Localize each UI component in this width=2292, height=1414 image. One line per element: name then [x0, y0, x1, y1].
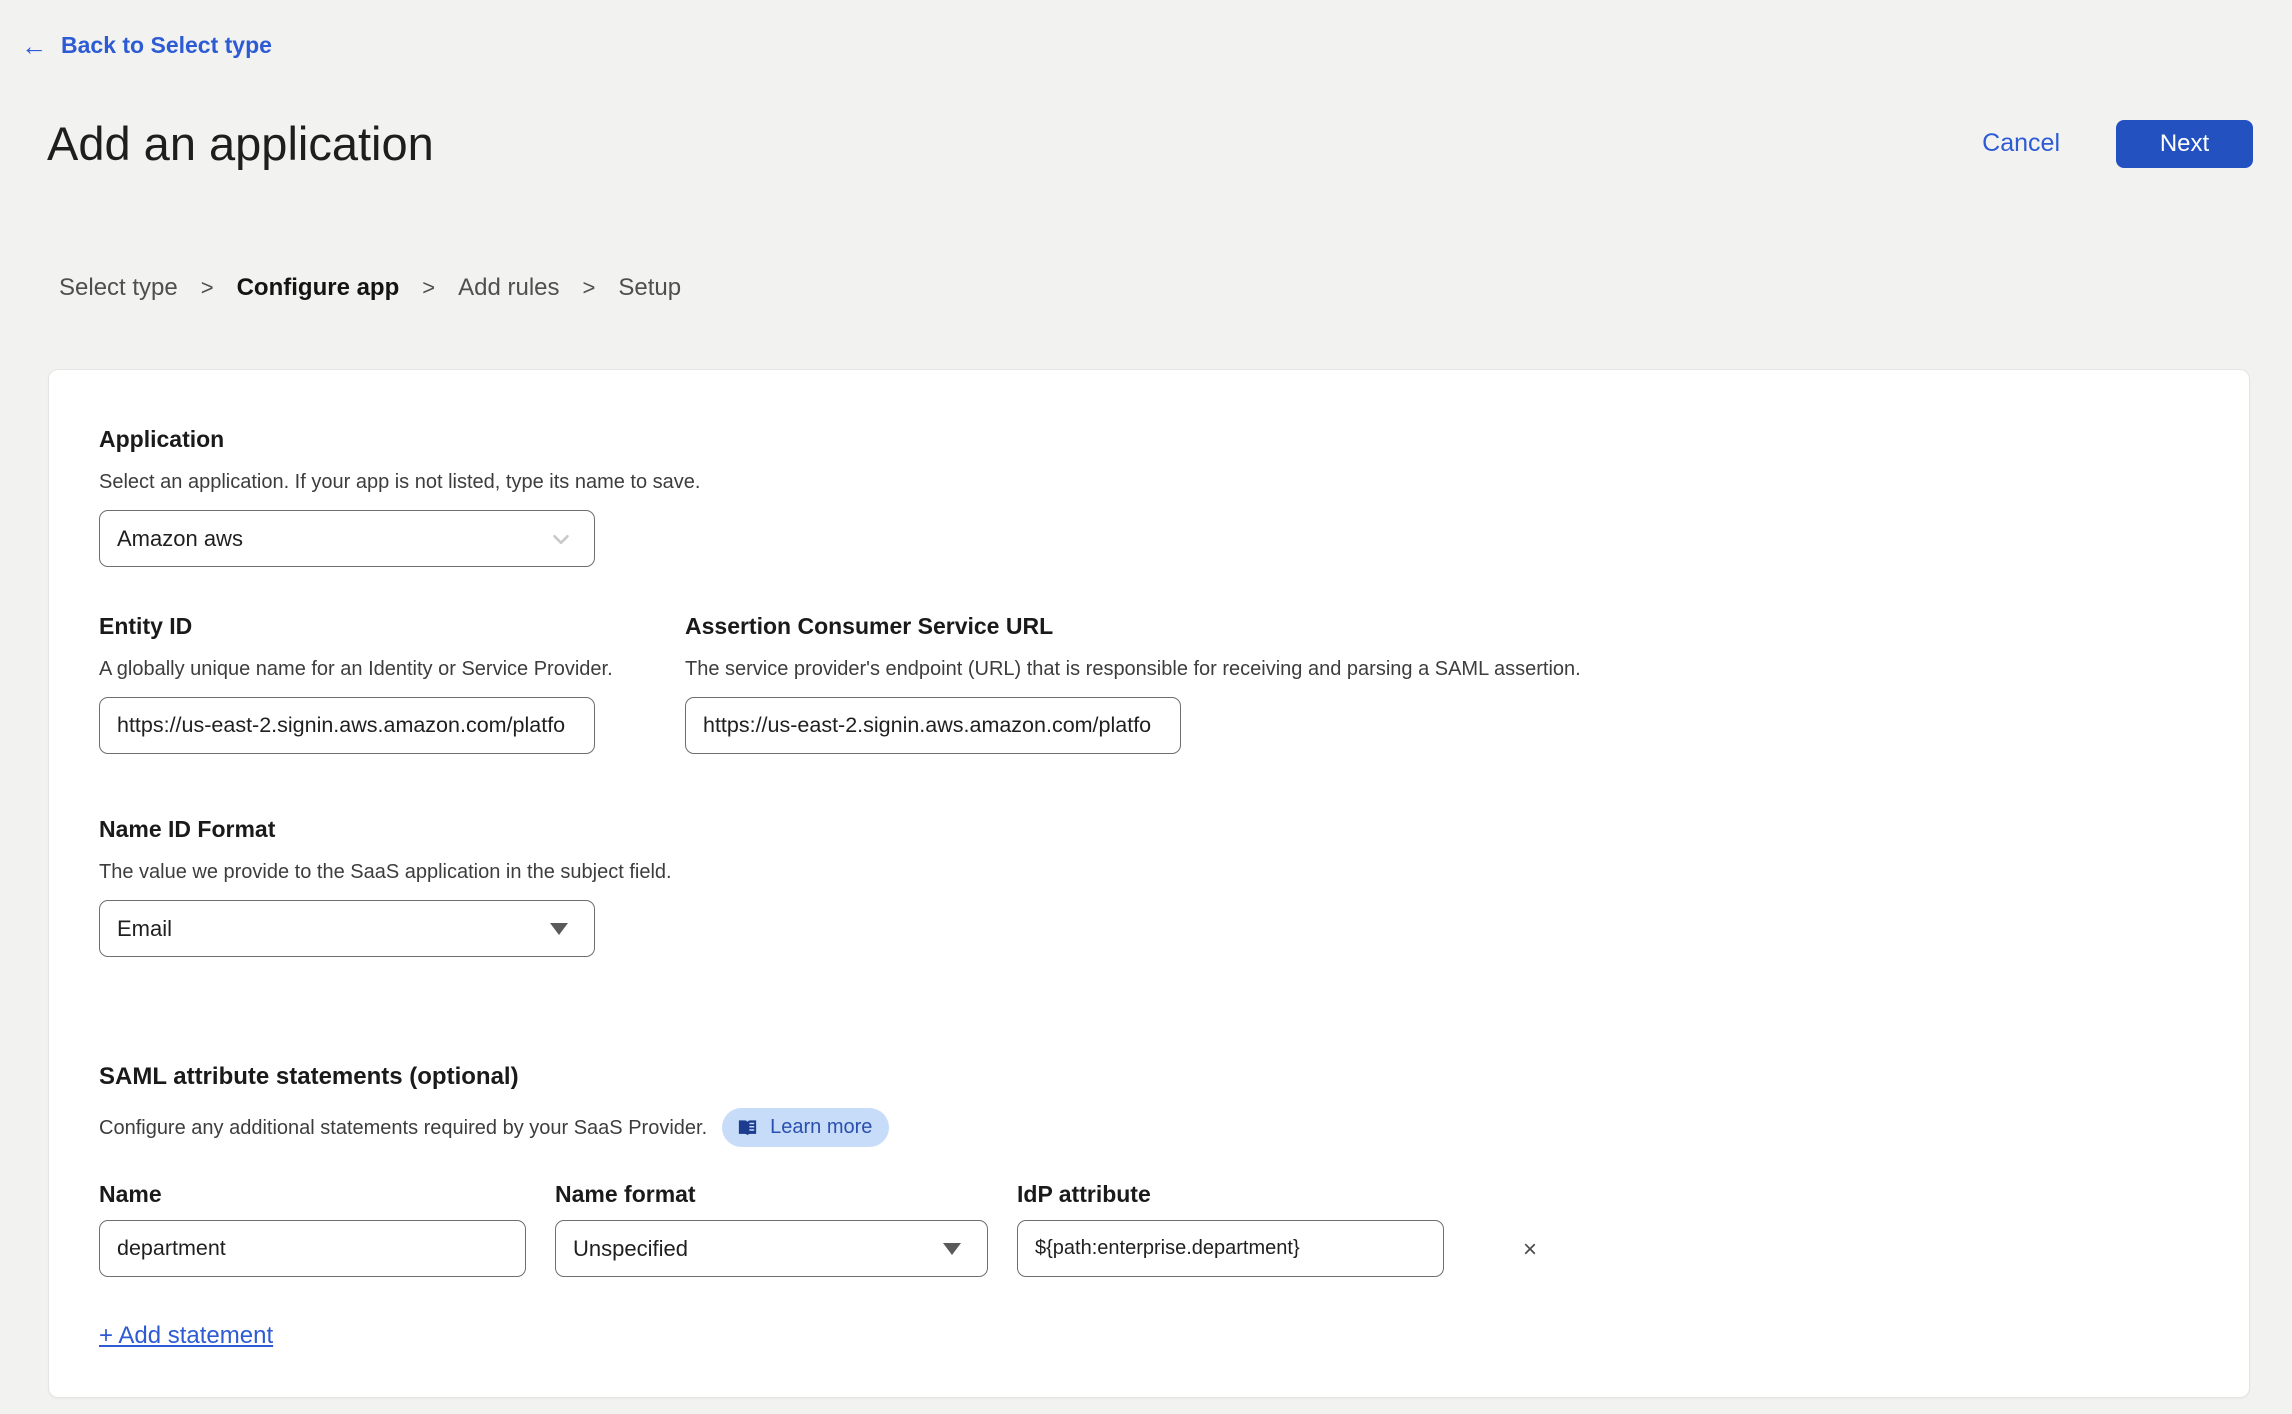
- name-id-format-value: Email: [117, 915, 173, 941]
- acs-url-section: Assertion Consumer Service URL The servi…: [685, 612, 1581, 754]
- name-id-format-select[interactable]: Email: [99, 900, 595, 957]
- step-add-rules[interactable]: Add rules: [458, 274, 559, 302]
- configure-app-card: Application Select an application. If yo…: [48, 369, 2250, 1398]
- attr-idp-label: IdP attribute: [1017, 1181, 1151, 1207]
- name-id-format-description: The value we provide to the SaaS applica…: [99, 861, 672, 883]
- acs-url-input[interactable]: [685, 697, 1181, 754]
- step-setup[interactable]: Setup: [618, 274, 681, 302]
- learn-more-label: Learn more: [770, 1116, 873, 1138]
- step-separator: >: [422, 275, 436, 300]
- back-arrow-icon: ←: [21, 30, 47, 61]
- name-id-format-section: Name ID Format The value we provide to t…: [99, 815, 672, 957]
- chevron-down-icon: [548, 526, 574, 552]
- attr-name-format-col: Name format Unspecified: [555, 1180, 988, 1277]
- page-title: Add an application: [47, 117, 434, 170]
- next-button[interactable]: Next: [2116, 119, 2253, 168]
- attr-name-format-label: Name format: [555, 1181, 696, 1207]
- cancel-button[interactable]: Cancel: [1982, 129, 2060, 158]
- attr-name-col: Name: [99, 1180, 526, 1277]
- attribute-statement-row: Name Name format Unspecified IdP attribu…: [99, 1180, 1537, 1277]
- wizard-steps: Select type > Configure app > Add rules …: [59, 274, 681, 302]
- header-actions: Cancel Next: [1982, 119, 2253, 168]
- remove-statement-button[interactable]: ×: [1523, 1238, 1537, 1262]
- caret-down-icon: [943, 1242, 961, 1255]
- saml-attributes-description-row: Configure any additional statements requ…: [99, 1108, 890, 1147]
- acs-url-description: The service provider's endpoint (URL) th…: [685, 658, 1581, 680]
- application-label: Application: [99, 426, 225, 452]
- saml-attributes-description: Configure any additional statements requ…: [99, 1116, 708, 1139]
- add-statement-link[interactable]: + Add statement: [99, 1322, 273, 1350]
- step-select-type[interactable]: Select type: [59, 274, 178, 302]
- attr-name-input[interactable]: [99, 1220, 526, 1277]
- entity-id-input[interactable]: [99, 697, 595, 754]
- application-select-value: Amazon aws: [117, 525, 243, 551]
- attr-name-label: Name: [99, 1181, 162, 1207]
- name-id-format-label: Name ID Format: [99, 816, 276, 842]
- entity-id-label: Entity ID: [99, 613, 193, 639]
- step-separator: >: [200, 275, 214, 300]
- saml-attributes-label: SAML attribute statements (optional): [99, 1063, 519, 1090]
- attr-name-format-value: Unspecified: [573, 1235, 688, 1261]
- attr-idp-col: IdP attribute: [1017, 1180, 1444, 1277]
- application-description: Select an application. If your app is no…: [99, 471, 701, 493]
- saml-attributes-section: SAML attribute statements (optional) Con…: [99, 1063, 890, 1147]
- page-header: Add an application Cancel Next: [47, 116, 2253, 171]
- application-select[interactable]: Amazon aws: [99, 510, 595, 567]
- book-icon: [739, 1120, 757, 1136]
- back-link-label: Back to Select type: [61, 32, 272, 58]
- entity-id-description: A globally unique name for an Identity o…: [99, 658, 613, 680]
- acs-url-label: Assertion Consumer Service URL: [685, 613, 1054, 639]
- caret-down-icon: [550, 922, 568, 935]
- attr-idp-input[interactable]: [1017, 1220, 1444, 1277]
- step-separator: >: [582, 275, 596, 300]
- step-configure-app[interactable]: Configure app: [237, 274, 400, 302]
- learn-more-button[interactable]: Learn more: [722, 1108, 890, 1147]
- application-section: Application Select an application. If yo…: [99, 425, 700, 567]
- attr-name-format-select[interactable]: Unspecified: [555, 1220, 988, 1277]
- entity-id-section: Entity ID A globally unique name for an …: [99, 612, 613, 754]
- back-to-select-type-link[interactable]: ← Back to Select type: [21, 32, 272, 59]
